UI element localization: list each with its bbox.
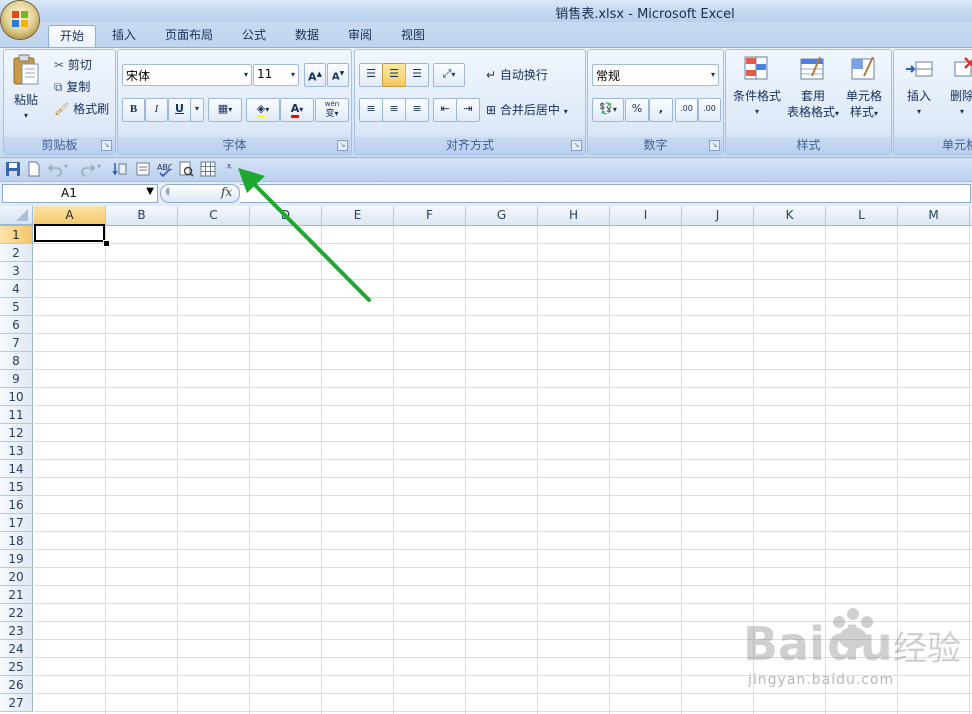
office-button[interactable] <box>1 1 39 39</box>
svg-text:Bai: Bai <box>743 617 825 671</box>
office-logo-icon <box>12 11 28 27</box>
svg-text:du: du <box>827 617 893 671</box>
watermark-url: jingyan.baidu.com <box>748 672 895 688</box>
baidu-watermark-logo: Bai du 经验 <box>743 608 961 671</box>
svg-text:经验: 经验 <box>893 629 961 669</box>
